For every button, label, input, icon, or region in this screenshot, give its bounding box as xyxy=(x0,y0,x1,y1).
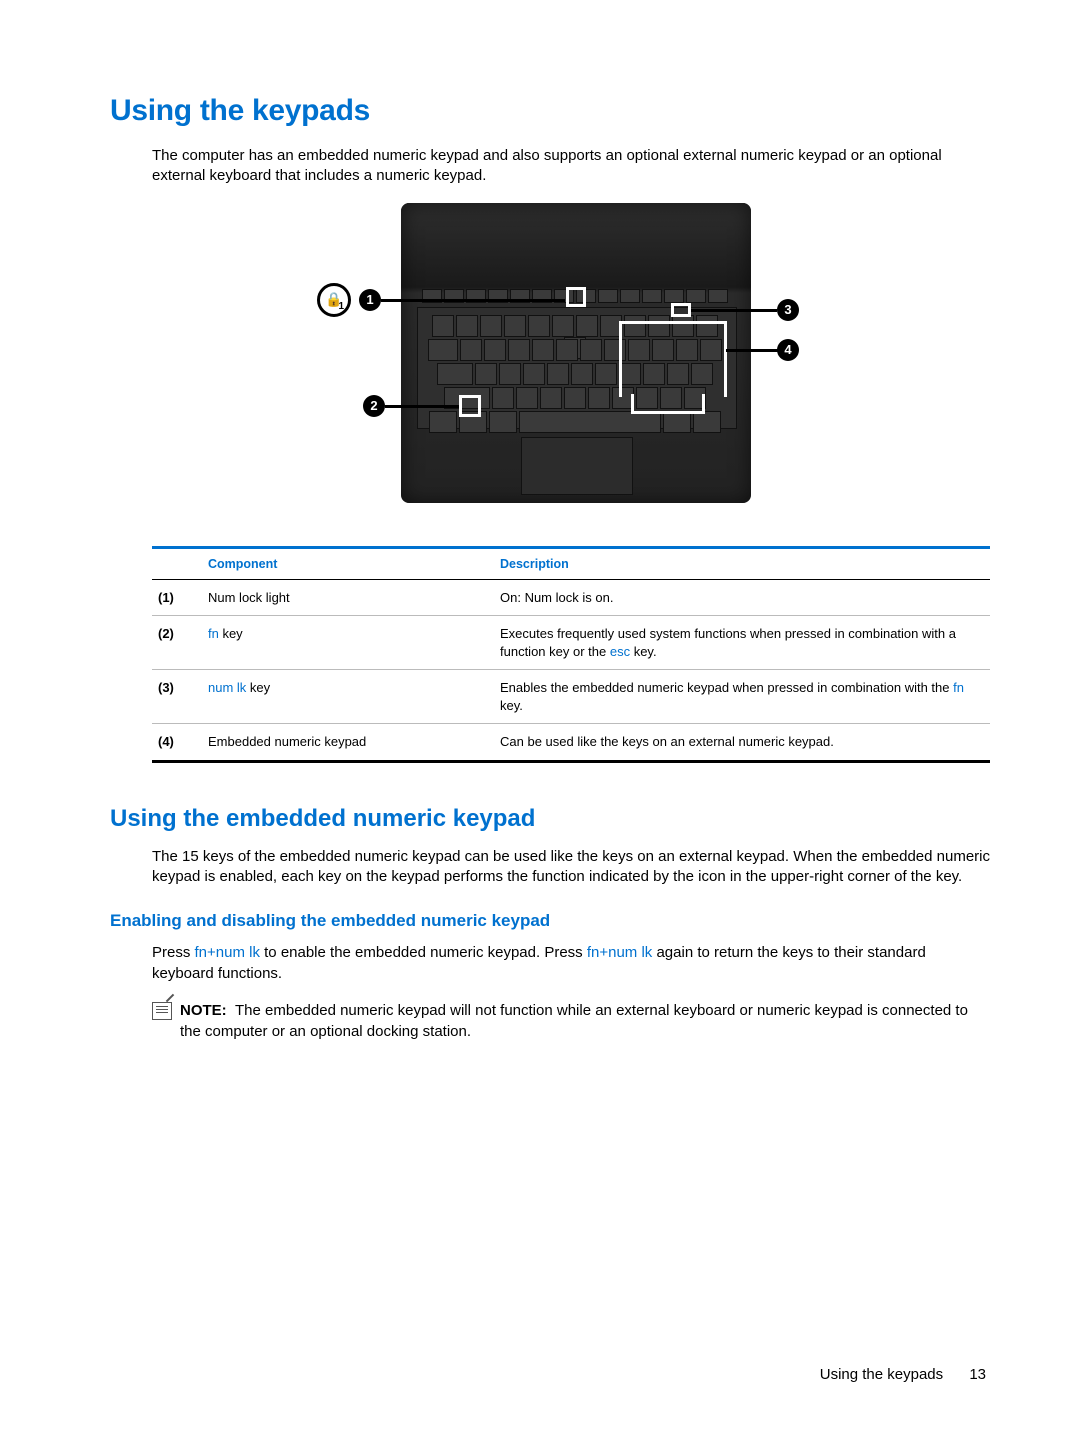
intro-paragraph: The computer has an embedded numeric key… xyxy=(152,146,990,187)
footer-title: Using the keypads xyxy=(820,1366,943,1383)
table-row: (3)num lk keyEnables the embedded numeri… xyxy=(152,670,990,724)
note-icon xyxy=(152,1002,172,1020)
subsubsection-title: Enabling and disabling the embedded nume… xyxy=(110,911,990,931)
table-row: (1)Num lock lightOn: Num lock is on. xyxy=(152,579,990,616)
row-number: (4) xyxy=(152,724,202,762)
callout-2: 2 xyxy=(363,395,385,417)
page-number: 13 xyxy=(969,1366,986,1383)
document-page: Using the keypads The computer has an em… xyxy=(0,0,1080,1437)
embedded-keypad-paragraph: The 15 keys of the embedded numeric keyp… xyxy=(152,847,990,888)
callout-1: 1 xyxy=(359,289,381,311)
subsection-title: Using the embedded numeric keypad xyxy=(110,805,990,833)
header-description: Description xyxy=(494,547,990,579)
header-component: Component xyxy=(202,547,494,579)
intro-block: The computer has an embedded numeric key… xyxy=(152,146,990,763)
row-number: (2) xyxy=(152,616,202,670)
row-component: Embedded numeric keypad xyxy=(202,724,494,762)
row-number: (1) xyxy=(152,579,202,616)
lock-icon: 🔒1 xyxy=(317,283,351,317)
page-title: Using the keypads xyxy=(110,94,990,128)
row-component: Num lock light xyxy=(202,579,494,616)
keypad-illustration: 🔒1 1 2 3 4 xyxy=(152,203,990,518)
enable-paragraph: Press fn+num lk to enable the embedded n… xyxy=(152,943,990,984)
row-component: fn key xyxy=(202,616,494,670)
row-description: Enables the embedded numeric keypad when… xyxy=(494,670,990,724)
row-description: On: Num lock is on. xyxy=(494,579,990,616)
row-description: Executes frequently used system function… xyxy=(494,616,990,670)
row-number: (3) xyxy=(152,670,202,724)
note-block: NOTE: The embedded numeric keypad will n… xyxy=(152,1000,990,1042)
note-text: NOTE: The embedded numeric keypad will n… xyxy=(180,1000,990,1042)
component-table: Component Description (1)Num lock lightO… xyxy=(152,546,990,763)
callout-4: 4 xyxy=(777,339,799,361)
callout-3: 3 xyxy=(777,299,799,321)
table-row: (4)Embedded numeric keypadCan be used li… xyxy=(152,724,990,762)
table-row: (2)fn keyExecutes frequently used system… xyxy=(152,616,990,670)
row-component: num lk key xyxy=(202,670,494,724)
laptop-figure: 🔒1 1 2 3 4 xyxy=(321,203,821,513)
header-blank xyxy=(152,547,202,579)
row-description: Can be used like the keys on an external… xyxy=(494,724,990,762)
page-footer: Using the keypads 13 xyxy=(820,1366,986,1383)
